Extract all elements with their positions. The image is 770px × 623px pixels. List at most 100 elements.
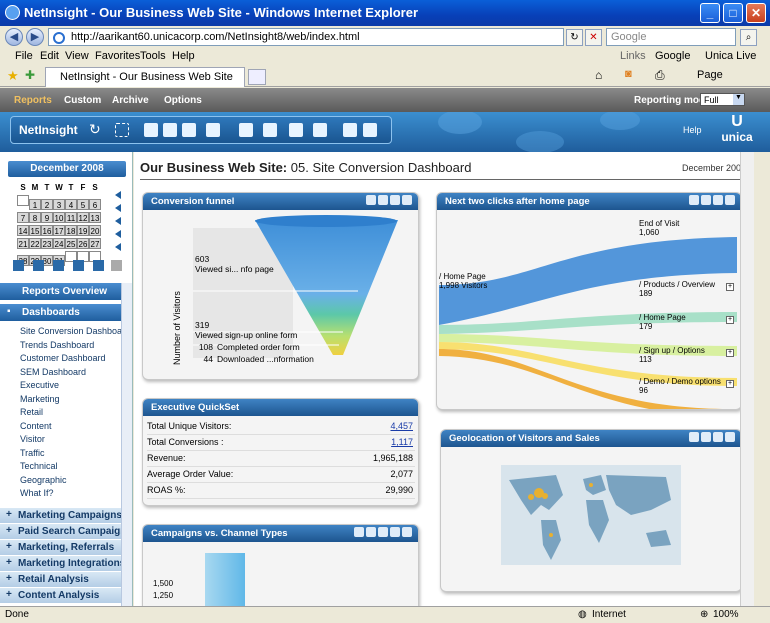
calendar-day[interactable]: 13 — [89, 212, 101, 223]
pie-chart-icon[interactable] — [713, 195, 723, 205]
calendar-day[interactable]: 5 — [77, 199, 89, 210]
range-view-icon[interactable] — [93, 260, 104, 271]
select-icon[interactable] — [115, 123, 129, 137]
calendar-day[interactable]: 7 — [17, 212, 29, 223]
calendar-month[interactable]: December 2008 — [8, 161, 126, 177]
globe-icon[interactable] — [689, 432, 699, 442]
menu-tools[interactable]: Tools — [140, 50, 166, 62]
table-icon[interactable] — [354, 527, 364, 537]
settings-icon[interactable] — [363, 123, 377, 137]
nav-options[interactable]: Options — [164, 95, 202, 106]
funnel-stage[interactable]: 603 Viewed si... nfo page — [195, 254, 274, 274]
search-input[interactable]: Google — [606, 28, 736, 46]
week-arrow-icon[interactable] — [115, 191, 121, 199]
pie-chart-icon[interactable] — [390, 195, 400, 205]
calendar-day[interactable]: 25 — [65, 238, 77, 249]
expand-icon[interactable]: + — [726, 316, 734, 324]
zoom-out-icon[interactable] — [206, 123, 220, 137]
filter-icon[interactable] — [144, 123, 158, 137]
row-value[interactable]: 1,117 — [391, 437, 413, 447]
sidebar-item[interactable]: Retail — [0, 406, 132, 420]
bar-chart-icon[interactable] — [701, 195, 711, 205]
sidebar-group[interactable]: + Retail Analysis — [0, 570, 132, 587]
calendar-day[interactable]: 8 — [29, 212, 41, 223]
calendar-day[interactable]: 16 — [41, 225, 53, 236]
sidebar-item[interactable]: What If? — [0, 487, 132, 501]
bar-chart-icon[interactable] — [378, 195, 388, 205]
week-arrow-icon[interactable] — [115, 204, 121, 212]
calendar-day[interactable] — [17, 195, 29, 206]
week-view-icon[interactable] — [33, 260, 44, 271]
sidebar-item[interactable]: Customer Dashboard — [0, 352, 132, 366]
sankey-target[interactable]: / Products / Overview 189 + — [639, 280, 734, 298]
forward-icon[interactable]: ▶ — [26, 28, 44, 46]
sankey-target[interactable]: End of Visit 1,060 — [639, 219, 734, 237]
close-button[interactable]: ✕ — [746, 3, 766, 23]
home-icon[interactable]: ⌂ — [595, 68, 602, 82]
calendar-day[interactable]: 14 — [17, 225, 29, 236]
week-arrow-icon[interactable] — [115, 230, 121, 238]
pie-chart-icon[interactable] — [713, 432, 723, 442]
calendar-day[interactable]: 4 — [65, 199, 77, 210]
sankey-target[interactable]: / Home Page 179 + — [639, 313, 734, 331]
bar-chart-icon[interactable] — [378, 527, 388, 537]
home-report-icon[interactable] — [343, 123, 357, 137]
new-tab-button[interactable] — [248, 69, 266, 85]
menu-edit[interactable]: Edit — [40, 50, 59, 62]
calendar-day[interactable]: 10 — [53, 212, 65, 223]
sidebar-item[interactable]: Technical — [0, 460, 132, 474]
funnel-stage[interactable]: 319 Viewed sign-up online form — [195, 320, 297, 340]
sankey-target[interactable]: / Demo / Demo options 96 + — [639, 377, 734, 395]
nav-custom[interactable]: Custom — [64, 95, 101, 106]
edit-icon[interactable] — [263, 123, 277, 137]
menu-help[interactable]: Help — [172, 50, 195, 62]
pie-chart-icon[interactable] — [390, 527, 400, 537]
sidebar-item[interactable]: Marketing — [0, 393, 132, 407]
calendar-day[interactable]: 20 — [89, 225, 101, 236]
sidebar-scrollbar[interactable] — [121, 283, 132, 606]
calendar-day[interactable]: 23 — [41, 238, 53, 249]
funnel-stage[interactable]: 44 Downloaded ...nformation — [195, 354, 314, 364]
week-arrow-icon[interactable] — [115, 243, 121, 251]
sidebar-item[interactable]: Content — [0, 420, 132, 434]
line-chart-icon[interactable] — [402, 195, 412, 205]
page-menu[interactable]: Page — [697, 69, 723, 81]
calendar-day[interactable]: 26 — [77, 238, 89, 249]
google-link[interactable]: Google — [655, 50, 690, 62]
refresh-icon[interactable]: ↻ — [566, 29, 583, 46]
reports-overview[interactable]: Reports Overview — [0, 283, 132, 300]
calendar-day[interactable]: 1 — [29, 199, 41, 210]
print-report-icon[interactable] — [313, 123, 327, 137]
back-icon[interactable]: ◀ — [5, 28, 23, 46]
dashboards-header[interactable]: ▪ Dashboards — [0, 304, 132, 321]
sidebar-item[interactable]: SEM Dashboard — [0, 366, 132, 380]
bar-chart-icon[interactable] — [701, 432, 711, 442]
filter-icon[interactable] — [366, 195, 376, 205]
unica-live-link[interactable]: Unica Live — [705, 50, 756, 62]
calendar-day[interactable]: 6 — [89, 199, 101, 210]
calendar-day[interactable]: 19 — [77, 225, 89, 236]
reporting-mode-select[interactable]: Full ▼ — [700, 93, 745, 106]
print-icon[interactable]: ⎙ — [655, 68, 665, 83]
zoom-level[interactable]: 100% — [713, 609, 739, 620]
url-input[interactable]: http://aarikant60.unicacorp.com/NetInsig… — [48, 28, 564, 46]
refresh-report-icon[interactable]: ↻ — [89, 121, 101, 138]
line-chart-icon[interactable] — [725, 195, 735, 205]
add-favorite-icon[interactable]: ✚ — [25, 68, 35, 82]
export-icon[interactable] — [239, 123, 253, 137]
funnel-stage[interactable]: 108 Completed order form — [195, 342, 300, 352]
maximize-button[interactable]: □ — [723, 3, 743, 23]
zoom-in-icon[interactable] — [182, 123, 196, 137]
sidebar-group[interactable]: + Marketing Integrations — [0, 554, 132, 571]
feeds-icon[interactable]: ◙ — [625, 68, 632, 80]
calendar-day[interactable]: 22 — [29, 238, 41, 249]
sankey-target[interactable]: / Sign up / Options 113 + — [639, 346, 734, 364]
sidebar-group[interactable]: + Marketing, Referrals — [0, 538, 132, 555]
nav-reports[interactable]: Reports — [14, 95, 52, 106]
expand-icon[interactable]: + — [726, 349, 734, 357]
email-icon[interactable] — [289, 123, 303, 137]
favorites-star-icon[interactable]: ★ — [7, 68, 19, 84]
month-view-icon[interactable] — [53, 260, 64, 271]
search-icon[interactable]: ⌕ — [740, 29, 757, 46]
calendar-day[interactable]: 9 — [41, 212, 53, 223]
